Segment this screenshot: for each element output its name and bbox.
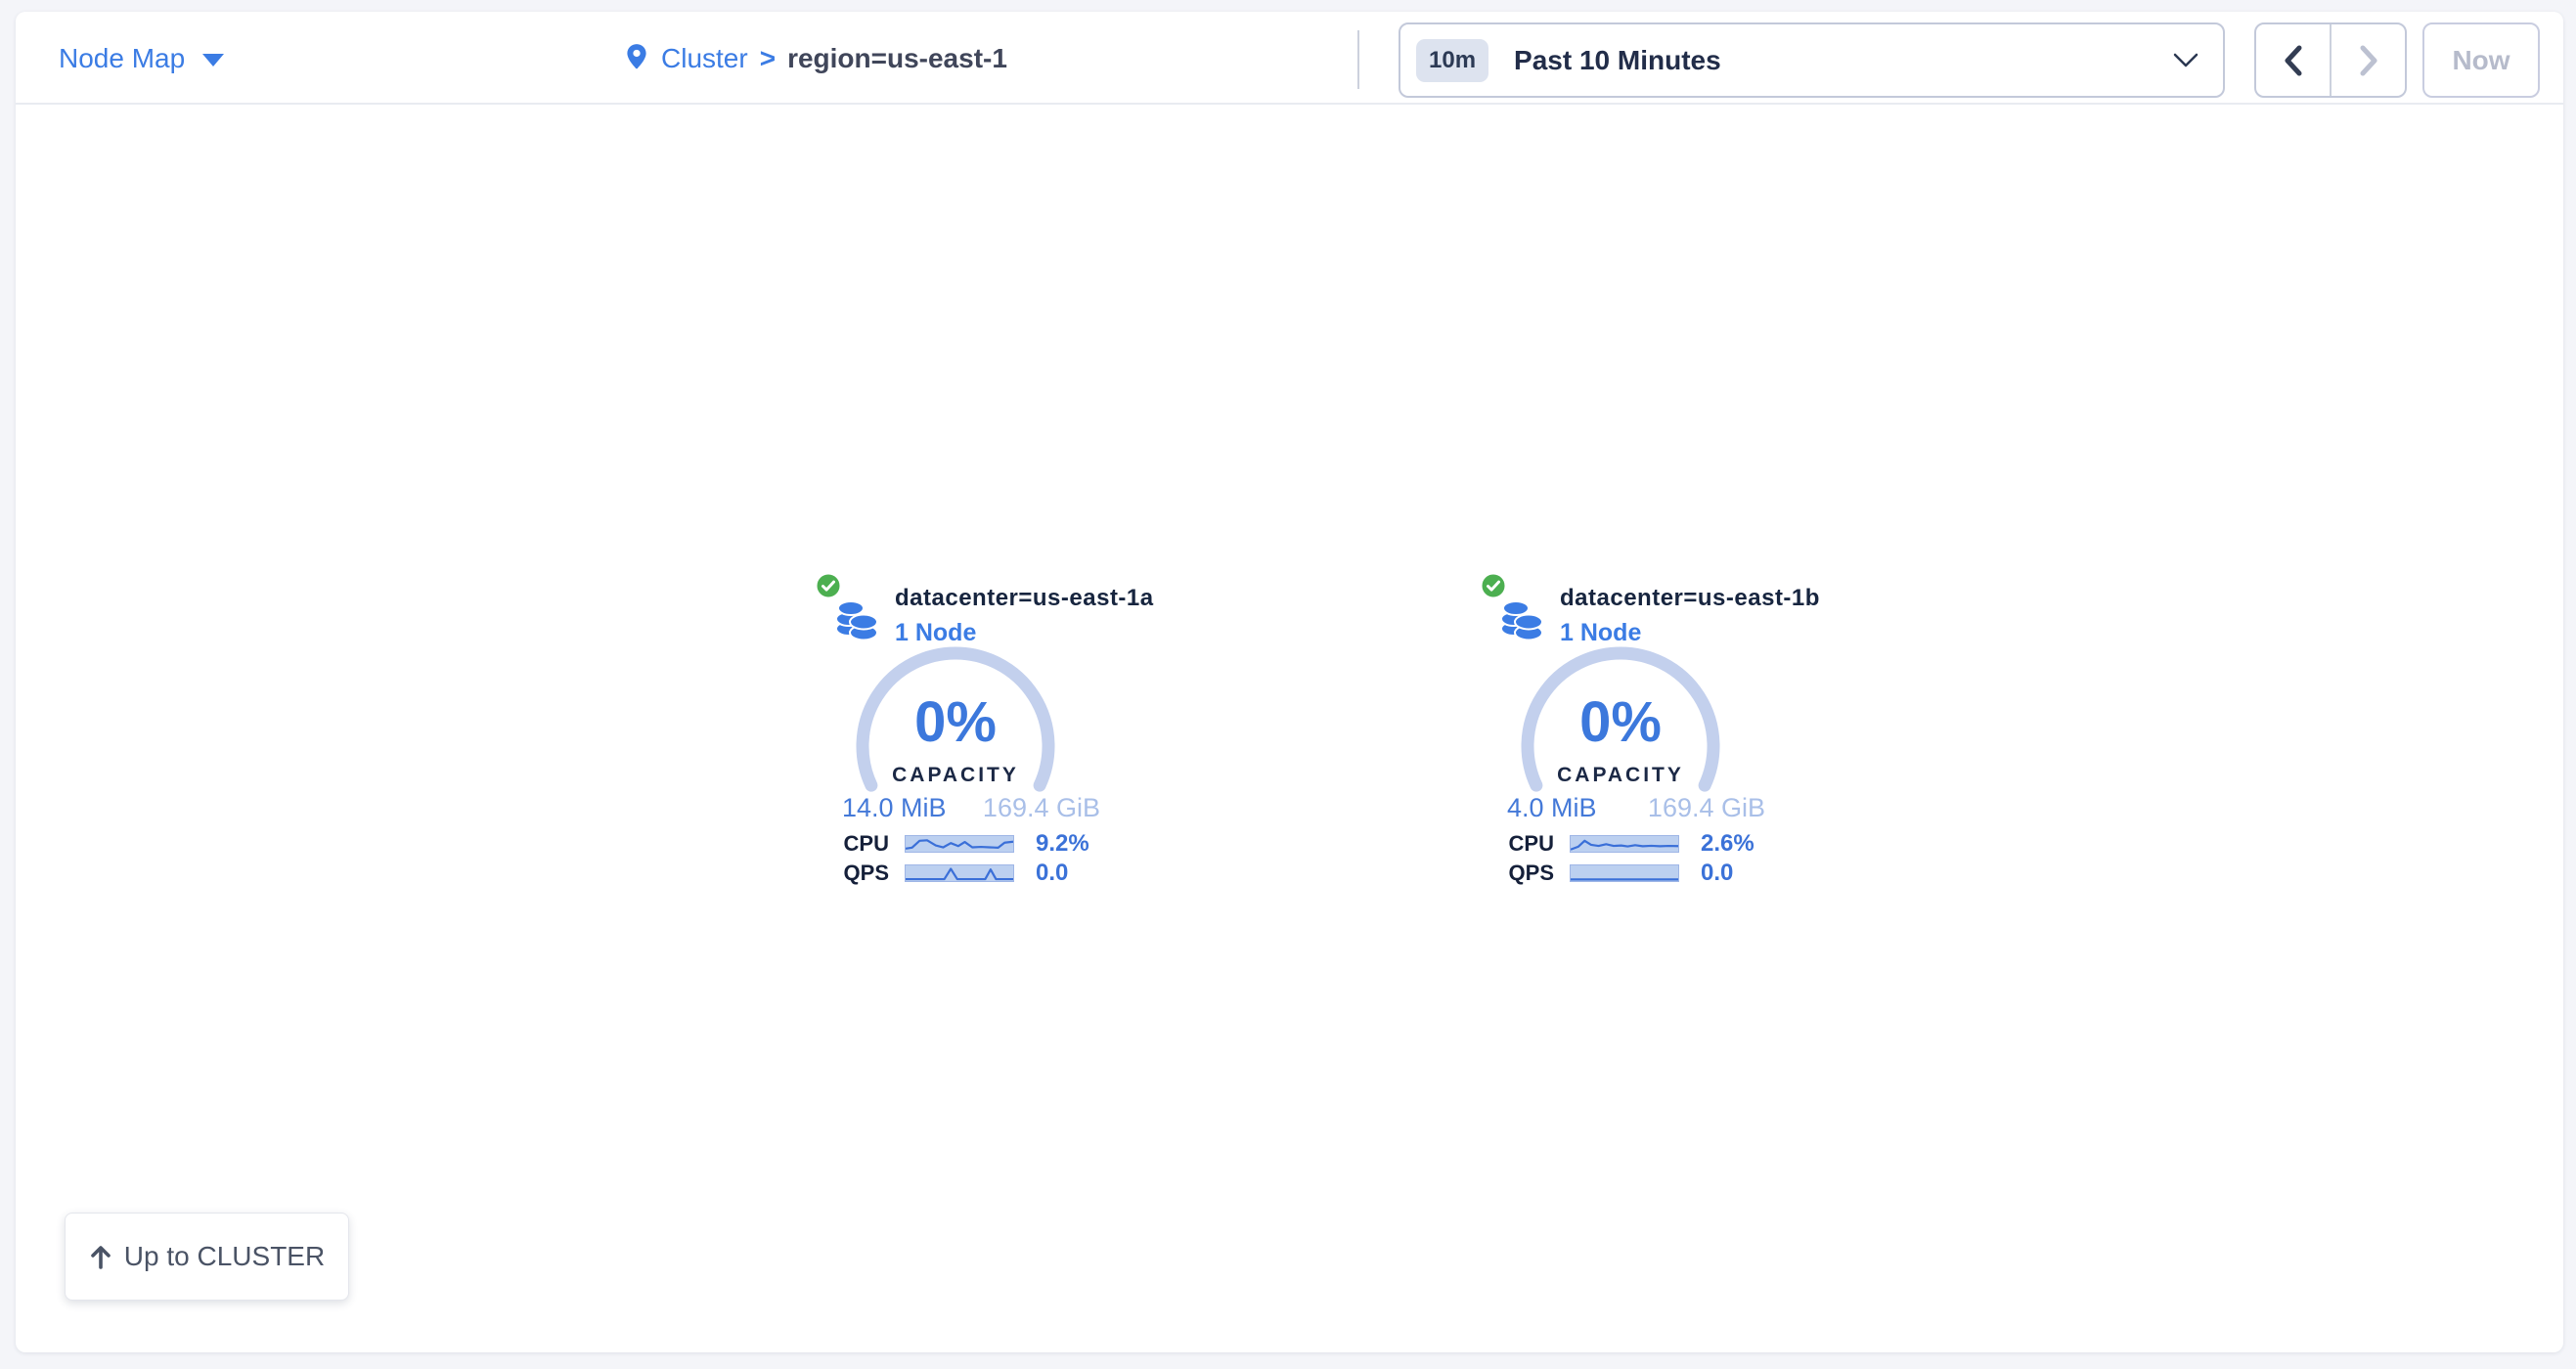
time-prev-button[interactable] (2256, 24, 2332, 96)
datacenter-title: datacenter=us-east-1a (895, 585, 1154, 612)
capacity-percent: 0% (1474, 689, 1767, 755)
cpu-label: CPU (1474, 831, 1554, 857)
chevron-left-icon (2281, 44, 2306, 77)
cpu-metric-row: CPU 9.2% (809, 834, 1102, 854)
capacity-total: 169.4 GiB (1648, 793, 1765, 823)
qps-value: 0.0 (1036, 860, 1068, 887)
qps-metric-row: QPS 0.0 (809, 863, 1102, 883)
time-next-button[interactable] (2332, 24, 2405, 96)
database-stack-icon (834, 594, 879, 645)
breadcrumb-cluster-link[interactable]: Cluster (661, 43, 748, 74)
time-range-dropdown[interactable]: 10m Past 10 Minutes (1399, 22, 2225, 98)
time-range-label: Past 10 Minutes (1514, 45, 1721, 76)
capacity-total: 169.4 GiB (983, 793, 1100, 823)
header-bar: Node Map Cluster > region=us-east-1 10m … (16, 12, 2563, 105)
cpu-value: 2.6% (1701, 830, 1754, 858)
cpu-metric-row: CPU 2.6% (1474, 834, 1767, 854)
capacity-used: 14.0 MiB (842, 793, 947, 823)
breadcrumb: Cluster > region=us-east-1 (624, 12, 1007, 105)
datacenter-card-us-east-1b[interactable]: datacenter=us-east-1b 1 Node 0% CAPACITY… (1474, 572, 1767, 901)
cpu-label: CPU (809, 831, 889, 857)
chevron-down-icon (2172, 52, 2199, 69)
datacenter-title: datacenter=us-east-1b (1560, 585, 1820, 612)
capacity-percent: 0% (809, 689, 1102, 755)
chevron-right-icon (2356, 44, 2381, 77)
breadcrumb-separator: > (760, 43, 776, 74)
up-to-cluster-button[interactable]: Up to CLUSTER (65, 1213, 349, 1301)
caret-down-icon (202, 54, 224, 66)
database-stack-icon (1499, 594, 1544, 645)
header-divider (1357, 30, 1359, 89)
qps-sparkline (905, 864, 1014, 882)
datacenter-card-us-east-1a[interactable]: datacenter=us-east-1a 1 Node 0% CAPACITY… (809, 572, 1102, 901)
cpu-sparkline (905, 835, 1014, 853)
capacity-range: 4.0 MiB 169.4 GiB (1507, 793, 1765, 823)
cpu-value: 9.2% (1036, 830, 1089, 858)
qps-metric-row: QPS 0.0 (1474, 863, 1767, 883)
node-map-canvas[interactable]: datacenter=us-east-1a 1 Node 0% CAPACITY… (16, 107, 2563, 1352)
capacity-range: 14.0 MiB 169.4 GiB (842, 793, 1100, 823)
capacity-used: 4.0 MiB (1507, 793, 1597, 823)
up-to-cluster-label: Up to CLUSTER (124, 1241, 325, 1272)
qps-label: QPS (1474, 861, 1554, 886)
time-nav-arrows (2254, 22, 2407, 98)
map-pin-icon (624, 43, 649, 74)
now-button[interactable]: Now (2422, 22, 2540, 98)
qps-sparkline (1570, 864, 1679, 882)
qps-value: 0.0 (1701, 860, 1733, 887)
cpu-sparkline (1570, 835, 1679, 853)
breadcrumb-current: region=us-east-1 (787, 43, 1007, 74)
main-panel: Node Map Cluster > region=us-east-1 10m … (16, 12, 2563, 1352)
view-selector-label: Node Map (59, 43, 185, 74)
qps-label: QPS (809, 861, 889, 886)
capacity-label: CAPACITY (1474, 764, 1767, 787)
time-range-badge: 10m (1416, 39, 1488, 82)
capacity-label: CAPACITY (809, 764, 1102, 787)
arrow-up-icon (89, 1244, 112, 1269)
view-selector-dropdown[interactable]: Node Map (59, 12, 224, 105)
